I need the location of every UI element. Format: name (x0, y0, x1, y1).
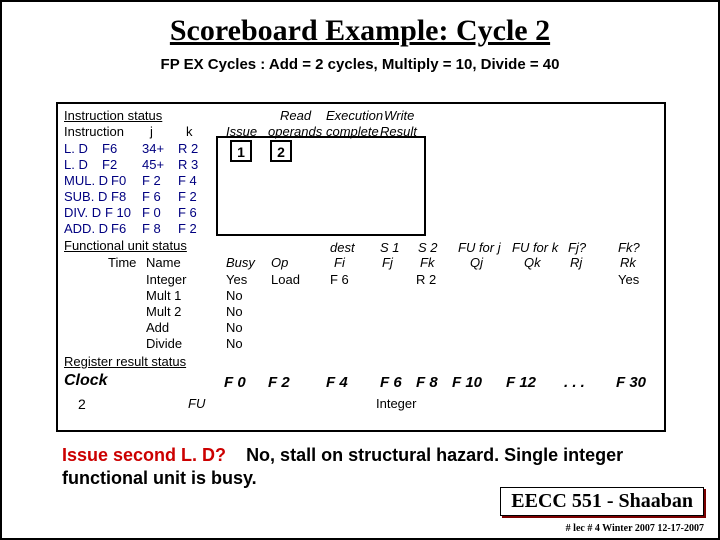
fu-name-2: Mult 2 (146, 304, 181, 319)
instr-k-0: R 2 (178, 141, 198, 156)
instr-status-label: Instruction status (64, 108, 162, 123)
instr-k-3: F 2 (178, 189, 197, 204)
footer: # lec # 4 Winter 2007 12-17-2007 (566, 523, 704, 534)
qk-col: Qk (524, 255, 541, 270)
read-col1: Read (280, 108, 311, 123)
exec-col1: Execution (326, 108, 383, 123)
instr-rd-2: F0 (111, 173, 126, 188)
clock-val: 2 (78, 396, 86, 412)
reg-1: F 2 (268, 374, 290, 391)
fu-busy-1: No (226, 288, 243, 303)
rk-col: Rk (620, 255, 636, 270)
fu-name-1: Mult 1 (146, 288, 181, 303)
instr-op-2: MUL. D (64, 173, 108, 188)
page-subtitle: FP EX Cycles : Add = 2 cycles, Multiply … (2, 56, 718, 73)
fu-op-0: Load (271, 272, 300, 287)
fu-status-label: Functional unit status (64, 238, 187, 253)
bottom-note: Issue second L. D? No, stall on structur… (62, 444, 662, 489)
instr-j-1: 45+ (142, 157, 164, 172)
dest-col: dest (330, 240, 355, 255)
reg-7: . . . (564, 374, 585, 391)
fkq-col: Fk? (618, 240, 640, 255)
bottom-q: Issue second L. D? (62, 445, 226, 465)
reg-fu-f6: Integer (376, 396, 416, 411)
instr-rd-0: F6 (102, 141, 117, 156)
fu-name-3: Add (146, 320, 169, 335)
time-col: Time (108, 255, 136, 270)
reg-2: F 4 (326, 374, 348, 391)
fu-rk-0: Yes (618, 272, 639, 287)
instr-op-3: SUB. D (64, 189, 107, 204)
op-col: Op (271, 255, 288, 270)
fi-col: Fi (334, 255, 345, 270)
j-col: j (150, 124, 153, 139)
instr-j-2: F 2 (142, 173, 161, 188)
s2-col: S 2 (418, 240, 438, 255)
instr-k-4: F 6 (178, 205, 197, 220)
instr-op-5: ADD. D (64, 221, 108, 236)
instr-rd-3: F8 (111, 189, 126, 204)
reg-6: F 12 (506, 374, 536, 391)
fu-name-4: Divide (146, 336, 182, 351)
reg-3: F 6 (380, 374, 402, 391)
course-box: EECC 551 - Shaaban (500, 487, 704, 516)
reg-8: F 30 (616, 374, 646, 391)
instr-op-1: L. D (64, 157, 88, 172)
instr-j-3: F 6 (142, 189, 161, 204)
fuj-col: FU for j (458, 240, 501, 255)
instr-rd-5: F6 (111, 221, 126, 236)
fu-busy-3: No (226, 320, 243, 335)
fu-busy-4: No (226, 336, 243, 351)
instr-rd-1: F2 (102, 157, 117, 172)
instr-op-0: L. D (64, 141, 88, 156)
instr-rd-4: F 10 (105, 205, 131, 220)
fu-label: FU (188, 396, 205, 411)
page-title: Scoreboard Example: Cycle 2 (2, 14, 718, 48)
fj-col: Fj (382, 255, 393, 270)
fu-name-0: Integer (146, 272, 186, 287)
reg-0: F 0 (224, 374, 246, 391)
rj-col: Rj (570, 255, 582, 270)
instr-j-0: 34+ (142, 141, 164, 156)
read-val-0: 2 (270, 140, 292, 162)
instr-k-1: R 3 (178, 157, 198, 172)
fk-col: Fk (420, 255, 434, 270)
fu-busy-0: Yes (226, 272, 247, 287)
reg-5: F 10 (452, 374, 482, 391)
qj-col: Qj (470, 255, 483, 270)
clock-label: Clock (64, 372, 108, 390)
instr-j-5: F 8 (142, 221, 161, 236)
write-col1: Write (384, 108, 414, 123)
reg-result-label: Register result status (64, 354, 186, 369)
fu-busy-2: No (226, 304, 243, 319)
instr-k-2: F 4 (178, 173, 197, 188)
scoreboard-box: Instruction status Instruction j k Issue… (56, 102, 666, 432)
issue-val-0: 1 (230, 140, 252, 162)
fu-fk-0: R 2 (416, 272, 436, 287)
reg-4: F 8 (416, 374, 438, 391)
k-col: k (186, 124, 193, 139)
instr-op-4: DIV. D (64, 205, 101, 220)
name-col: Name (146, 255, 181, 270)
fuk-col: FU for k (512, 240, 558, 255)
instruction-col: Instruction (64, 124, 124, 139)
instr-j-4: F 0 (142, 205, 161, 220)
fjq-col: Fj? (568, 240, 586, 255)
instr-k-5: F 2 (178, 221, 197, 236)
fu-fi-0: F 6 (330, 272, 349, 287)
s1-col: S 1 (380, 240, 400, 255)
busy-col: Busy (226, 255, 255, 270)
